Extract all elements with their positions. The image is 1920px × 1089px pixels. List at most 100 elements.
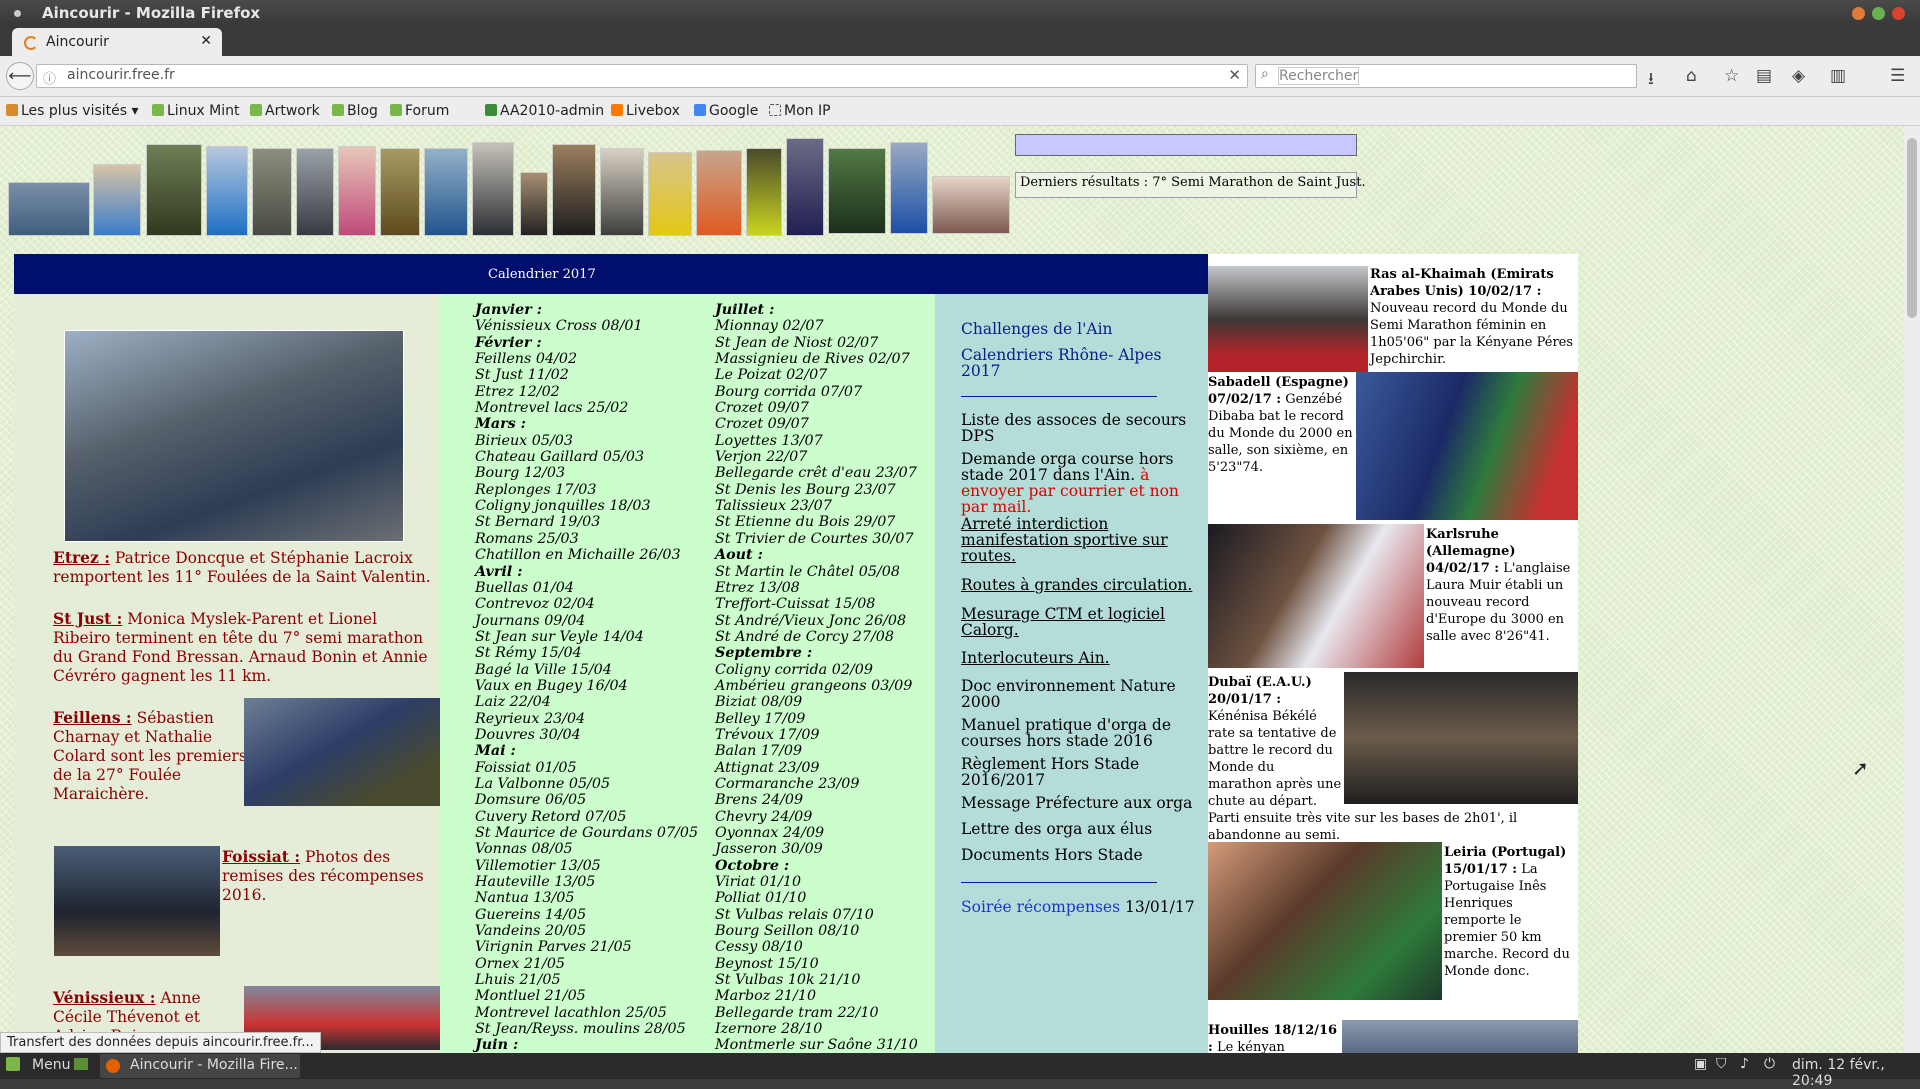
calendar-race-entry[interactable]: St Etienne du Bois 29/07 xyxy=(715,514,918,530)
power-icon[interactable]: ⏻ xyxy=(1764,1056,1775,1072)
bookmark-star-icon[interactable]: ☆ xyxy=(1724,66,1739,86)
minimize-button[interactable] xyxy=(1852,7,1865,20)
runner-photo[interactable] xyxy=(520,172,548,236)
ctm-measurement-link[interactable]: Mesurage CTM et logiciel Calorg. xyxy=(961,606,1201,638)
challenges-link[interactable]: Challenges de l'Ain xyxy=(961,321,1201,337)
calendar-race-entry[interactable]: Mionnay 02/07 xyxy=(715,318,918,334)
clipboard-icon[interactable]: ▥ xyxy=(1830,66,1846,86)
calendar-race-entry[interactable]: Douvres 30/04 xyxy=(475,727,698,743)
calendar-race-entry[interactable]: Hauteville 13/05 xyxy=(475,874,698,890)
road-ban-decree-link[interactable]: Arreté interdiction manifestation sporti… xyxy=(961,516,1201,564)
runner-photo[interactable] xyxy=(93,164,141,236)
pocket-icon[interactable]: ◈ xyxy=(1792,66,1805,86)
calendar-race-entry[interactable]: Montmerle sur Saône 31/10 xyxy=(715,1037,918,1053)
calendar-race-entry[interactable]: Coligny jonquilles 18/03 xyxy=(475,498,698,514)
runner-photo[interactable] xyxy=(932,176,1010,234)
runner-photo[interactable] xyxy=(380,148,420,236)
scrollbar-thumb[interactable] xyxy=(1907,138,1917,318)
runner-photo[interactable] xyxy=(206,146,248,236)
organizer-manual-link[interactable]: Manuel pratique d'orga de courses hors s… xyxy=(961,717,1201,749)
calendar-race-entry[interactable]: La Valbonne 05/05 xyxy=(475,776,698,792)
calendar-race-entry[interactable]: Ornex 21/05 xyxy=(475,956,698,972)
calendar-race-entry[interactable]: Jasseron 30/09 xyxy=(715,841,918,857)
volume-icon[interactable]: ♪ xyxy=(1740,1056,1749,1072)
ain-contacts-link[interactable]: Interlocuteurs Ain. xyxy=(961,650,1201,666)
close-window-button[interactable] xyxy=(1892,7,1905,20)
calendar-race-entry[interactable]: Buellas 01/04 xyxy=(475,580,698,596)
calendar-race-entry[interactable]: Loyettes 13/07 xyxy=(715,433,918,449)
sabadell-photo[interactable] xyxy=(1356,372,1578,520)
calendar-race-entry[interactable]: Bagé la Ville 15/04 xyxy=(475,662,698,678)
calendar-race-entry[interactable]: St Vulbas 10k 21/10 xyxy=(715,972,918,988)
mint-menu-icon[interactable] xyxy=(6,1057,20,1071)
runner-photo[interactable] xyxy=(696,150,742,236)
runner-photo[interactable] xyxy=(552,144,596,236)
calendar-race-entry[interactable]: Virignin Parves 21/05 xyxy=(475,939,698,955)
tab-aincourir[interactable]: Aincourir ✕ xyxy=(12,28,222,56)
taskbar-window-firefox[interactable]: Aincourir - Mozilla Fire... xyxy=(100,1054,300,1078)
calendar-race-entry[interactable]: Polliat 01/10 xyxy=(715,890,918,906)
runner-photo[interactable] xyxy=(472,142,514,236)
calendar-race-entry[interactable]: St Denis les Bourg 23/07 xyxy=(715,482,918,498)
calendar-race-entry[interactable]: Coligny corrida 02/09 xyxy=(715,662,918,678)
calendar-race-entry[interactable]: St Jean sur Veyle 14/04 xyxy=(475,629,698,645)
intl-news-title[interactable]: Ras al-Khaimah (Emirats Arabes Unis) 10/… xyxy=(1370,267,1554,299)
clock[interactable]: dim. 12 févr., 20:49 xyxy=(1792,1057,1920,1089)
etrez-race-photo[interactable] xyxy=(64,330,404,542)
calendar-race-entry[interactable]: Verjon 22/07 xyxy=(715,449,918,465)
bookmark-livebox[interactable]: Livebox xyxy=(611,103,680,119)
bookmark-aa2010-admin[interactable]: AA2010-admin xyxy=(485,103,604,119)
close-tab-icon[interactable]: ✕ xyxy=(200,33,212,49)
calendar-race-entry[interactable]: Vonnas 08/05 xyxy=(475,841,698,857)
calendar-race-entry[interactable]: Vénissieux Cross 08/01 xyxy=(475,318,698,334)
bookmark-forum[interactable]: Forum xyxy=(390,103,449,119)
race-request-link[interactable]: Demande orga course hors stade 2017 dans… xyxy=(961,451,1201,515)
search-input[interactable]: ⌕ Rechercher xyxy=(1255,64,1637,88)
calendar-race-entry[interactable]: St Jean/Reyss. moulins 28/05 xyxy=(475,1021,698,1037)
bookmark-mon-ip[interactable]: Mon IP xyxy=(769,103,831,119)
calendar-race-entry[interactable]: Journans 09/04 xyxy=(475,613,698,629)
ras-al-khaimah-photo[interactable] xyxy=(1208,266,1368,372)
runner-photo[interactable] xyxy=(424,148,468,236)
feillens-race-photo[interactable] xyxy=(244,698,440,806)
calendar-race-entry[interactable]: Treffort-Cuissat 15/08 xyxy=(715,596,918,612)
calendar-race-entry[interactable]: St André/Vieux Jonc 26/08 xyxy=(715,613,918,629)
shield-icon[interactable]: ⛉ xyxy=(1716,1056,1727,1072)
calendar-race-entry[interactable]: St Vulbas relais 07/10 xyxy=(715,907,918,923)
calendar-race-entry[interactable]: Montrevel lacs 25/02 xyxy=(475,400,698,416)
calendar-race-entry[interactable]: Guereins 14/05 xyxy=(475,907,698,923)
calendar-race-entry[interactable]: St Just 11/02 xyxy=(475,367,698,383)
calendar-race-entry[interactable]: Ambérieu grangeons 03/09 xyxy=(715,678,918,694)
calendar-race-entry[interactable]: Bellegarde tram 22/10 xyxy=(715,1005,918,1021)
news-place-link[interactable]: Feillens : xyxy=(53,708,132,727)
reading-list-icon[interactable]: ▤ xyxy=(1756,66,1772,86)
site-info-icon[interactable]: ⓘ xyxy=(43,68,56,87)
calendar-race-entry[interactable]: St Trivier de Courtes 30/07 xyxy=(715,531,918,547)
runner-photo[interactable] xyxy=(786,138,824,236)
runner-photo[interactable] xyxy=(746,148,782,236)
calendar-race-entry[interactable]: Bellegarde crêt d'eau 23/07 xyxy=(715,465,918,481)
calendar-race-entry[interactable]: Bourg corrida 07/07 xyxy=(715,384,918,400)
bookmark-most-visited[interactable]: Les plus visités ▾ xyxy=(6,103,139,119)
calendar-race-entry[interactable]: Lhuis 21/05 xyxy=(475,972,698,988)
calendar-race-entry[interactable]: Marboz 21/10 xyxy=(715,988,918,1004)
calendar-race-entry[interactable]: Talissieux 23/07 xyxy=(715,498,918,514)
home-icon[interactable]: ⌂ xyxy=(1686,66,1697,86)
window-menu-icon[interactable] xyxy=(14,10,21,17)
runner-photo[interactable] xyxy=(8,182,90,236)
runner-photo[interactable] xyxy=(146,144,202,236)
calendar-race-entry[interactable]: Chateau Gaillard 05/03 xyxy=(475,449,698,465)
clear-url-icon[interactable]: ✕ xyxy=(1228,66,1241,84)
documents-link[interactable]: Documents Hors Stade xyxy=(961,847,1201,863)
foissiat-awards-photo[interactable] xyxy=(54,846,220,956)
calendar-race-entry[interactable]: Replonges 17/03 xyxy=(475,482,698,498)
calendar-race-entry[interactable]: Montrevel lacathlon 25/05 xyxy=(475,1005,698,1021)
news-place-link[interactable]: St Just : xyxy=(53,609,122,628)
calendar-race-entry[interactable]: Le Poizat 02/07 xyxy=(715,367,918,383)
calendar-race-entry[interactable]: Montluel 21/05 xyxy=(475,988,698,1004)
calendar-race-entry[interactable]: Etrez 13/08 xyxy=(715,580,918,596)
calendar-race-entry[interactable]: Cormaranche 23/09 xyxy=(715,776,918,792)
calendar-race-entry[interactable]: Etrez 12/02 xyxy=(475,384,698,400)
bookmark-artwork[interactable]: Artwork xyxy=(250,103,320,119)
calendar-race-entry[interactable]: Biziat 08/09 xyxy=(715,694,918,710)
